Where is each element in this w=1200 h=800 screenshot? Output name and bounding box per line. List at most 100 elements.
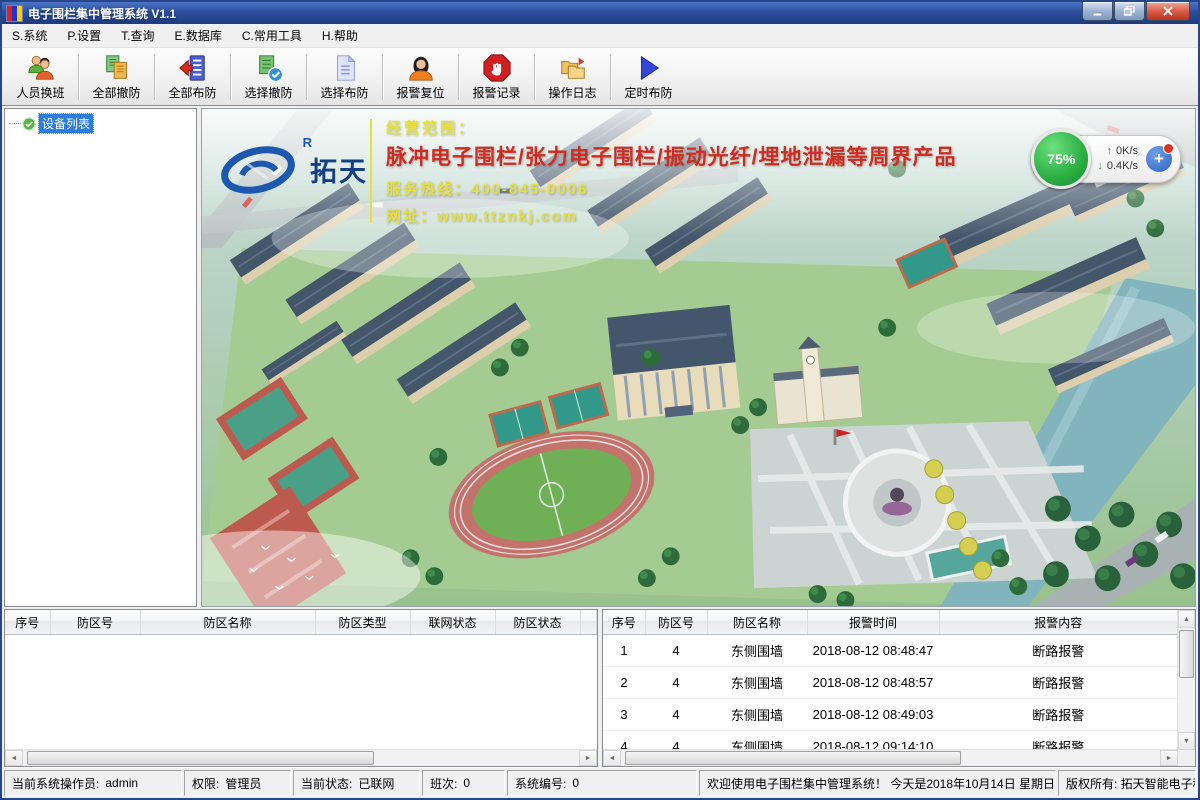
- zone-table-hscrollbar[interactable]: ◄ ►: [5, 749, 597, 766]
- alarm-table-vscrollbar[interactable]: ▲ ▼: [1177, 610, 1195, 750]
- col-header-zone-state[interactable]: 防区状态: [495, 610, 580, 635]
- battery-percent-badge[interactable]: 75%: [1031, 129, 1091, 189]
- net-speed-widget[interactable]: 75% ↑0K/s ↓0.4K/s +: [1032, 135, 1181, 183]
- toolbar-separator: [230, 54, 231, 100]
- toolbar-label: 选择撤防: [244, 84, 292, 101]
- toolbar-label: 报警复位: [396, 84, 444, 101]
- status-shift: 班次:0: [422, 770, 505, 796]
- campus-image-area: R 拓天 经营范围： 脉冲电子围栏/张力电子围栏/振动光纤/埋地泄漏等周界产品 …: [201, 108, 1196, 607]
- col-header-zone-type[interactable]: 防区类型: [315, 610, 410, 635]
- scroll-down-button[interactable]: ▼: [1178, 732, 1195, 750]
- bottom-tables: 序号 防区号 防区名称 防区类型 联网状态 防区状态 ◄ ►: [2, 609, 1198, 767]
- col-header-zone-no[interactable]: 防区号: [645, 610, 707, 635]
- menu-system[interactable]: S.系统: [2, 24, 57, 47]
- scrollbar-thumb[interactable]: [1179, 630, 1194, 678]
- menu-tools[interactable]: C.常用工具: [232, 24, 312, 47]
- toolbar-label: 人员换班: [16, 84, 64, 101]
- operation-log-icon: [558, 53, 588, 83]
- col-header-alarm-content[interactable]: 报警内容: [939, 610, 1178, 635]
- alarm-reset-button[interactable]: 报警复位: [384, 51, 457, 103]
- status-bar: 当前系统操作员:admin 权限:管理员 当前状态:已联网 班次:0 系统编号:…: [2, 767, 1198, 798]
- status-copyright: 版权所有: 拓天智能电子科技有限: [1058, 770, 1196, 796]
- table-row[interactable]: 14东侧围墙2018-08-12 08:48:47断路报警: [603, 635, 1178, 667]
- scroll-right-button[interactable]: ►: [1160, 750, 1178, 766]
- window-title: 电子围栏集中管理系统 V1.1: [28, 5, 1082, 22]
- timed-arm-button[interactable]: 定时布防: [612, 51, 685, 103]
- col-header-filler: [580, 610, 597, 635]
- table-cell: 断路报警: [939, 667, 1178, 699]
- menu-query[interactable]: T.查询: [111, 24, 164, 47]
- col-header-zone-name[interactable]: 防区名称: [707, 610, 807, 635]
- trademark-r: R: [303, 135, 312, 150]
- scroll-left-button[interactable]: ◄: [5, 750, 23, 766]
- disarm-all-icon: [102, 53, 132, 83]
- scrollbar-corner: [1178, 750, 1195, 766]
- menu-bar: S.系统 P.设置 T.查询 E.数据库 C.常用工具 H.帮助: [2, 24, 1198, 48]
- main-content: 设备列表: [2, 106, 1198, 609]
- shift-change-button[interactable]: 人员换班: [4, 51, 77, 103]
- toolbar-separator: [458, 54, 459, 100]
- table-cell: 2: [603, 667, 645, 699]
- website: 网址：www.ttznkj.com: [386, 205, 957, 226]
- col-header-net-state[interactable]: 联网状态: [410, 610, 495, 635]
- menu-database[interactable]: E.数据库: [164, 24, 231, 47]
- col-header-seq[interactable]: 序号: [603, 610, 645, 635]
- toolbar-label: 全部撤防: [92, 84, 140, 101]
- tree-item-device-list[interactable]: 设备列表: [5, 109, 196, 133]
- table-cell: 东侧围墙: [707, 635, 807, 667]
- toolbar-separator: [154, 54, 155, 100]
- device-tree-panel: 设备列表: [4, 108, 197, 607]
- operator-value: admin: [105, 776, 138, 790]
- scroll-right-button[interactable]: ►: [579, 750, 597, 766]
- connection-value: 已联网: [358, 775, 394, 792]
- menu-help[interactable]: H.帮助: [312, 24, 368, 47]
- minimize-button[interactable]: [1082, 2, 1113, 21]
- download-arrow-icon: ↓: [1097, 159, 1103, 174]
- table-row[interactable]: 24东侧围墙2018-08-12 08:48:57断路报警: [603, 667, 1178, 699]
- app-window: 电子围栏集中管理系统 V1.1 S.系统 P.设置 T.查询 E.数据库 C.常…: [0, 0, 1200, 800]
- table-row[interactable]: 34东侧围墙2018-08-12 08:49:03断路报警: [603, 699, 1178, 731]
- toolbar-separator: [382, 54, 383, 100]
- col-header-seq[interactable]: 序号: [5, 610, 50, 635]
- scrollbar-thumb[interactable]: [625, 751, 961, 765]
- alarm-record-icon: [482, 53, 512, 83]
- maximize-button[interactable]: [1114, 2, 1145, 21]
- banner-text: 经营范围： 脉冲电子围栏/张力电子围栏/振动光纤/埋地泄漏等周界产品 服务热线：…: [386, 117, 957, 226]
- app-icon: [6, 5, 23, 22]
- disarm-select-button[interactable]: 选择撤防: [232, 51, 305, 103]
- arm-all-button[interactable]: 全部布防: [156, 51, 229, 103]
- table-cell: 东侧围墙: [707, 667, 807, 699]
- upload-arrow-icon: ↑: [1106, 144, 1112, 159]
- col-header-alarm-time[interactable]: 报警时间: [807, 610, 939, 635]
- close-button[interactable]: [1146, 2, 1190, 21]
- disarm-select-icon: [254, 53, 284, 83]
- menu-settings[interactable]: P.设置: [57, 24, 111, 47]
- toolbar-label: 操作日志: [548, 84, 596, 101]
- scrollbar-thumb[interactable]: [27, 751, 374, 765]
- tuotian-logo-icon: [216, 137, 308, 201]
- table-cell: 断路报警: [939, 699, 1178, 731]
- toolbar-label: 报警记录: [472, 84, 520, 101]
- zone-status-table: 序号 防区号 防区名称 防区类型 联网状态 防区状态 ◄ ►: [4, 609, 598, 767]
- status-operator: 当前系统操作员:admin: [4, 770, 182, 796]
- scroll-up-button[interactable]: ▲: [1178, 610, 1195, 628]
- disarm-all-button[interactable]: 全部撤防: [80, 51, 153, 103]
- products-line: 脉冲电子围栏/张力电子围栏/振动光纤/埋地泄漏等周界产品: [386, 141, 957, 171]
- arm-select-button[interactable]: 选择布防: [308, 51, 381, 103]
- col-header-zone-name[interactable]: 防区名称: [140, 610, 315, 635]
- toolbar-label: 定时布防: [624, 84, 672, 101]
- person-shift-icon: [26, 53, 56, 83]
- shift-value: 0: [463, 776, 470, 790]
- permission-value: 管理员: [225, 775, 261, 792]
- toolbar-label: 选择布防: [320, 84, 368, 101]
- status-system-no: 系统编号:0: [507, 770, 697, 796]
- col-header-zone-no[interactable]: 防区号: [50, 610, 140, 635]
- tree-branch-line: [9, 123, 21, 124]
- upload-speed: 0K/s: [1116, 144, 1138, 159]
- widget-plus-button[interactable]: +: [1146, 146, 1172, 172]
- operation-log-button[interactable]: 操作日志: [536, 51, 609, 103]
- alarm-table-hscrollbar[interactable]: ◄ ►: [603, 749, 1178, 766]
- alarm-record-button[interactable]: 报警记录: [460, 51, 533, 103]
- arm-select-icon: [330, 53, 360, 83]
- scroll-left-button[interactable]: ◄: [603, 750, 621, 766]
